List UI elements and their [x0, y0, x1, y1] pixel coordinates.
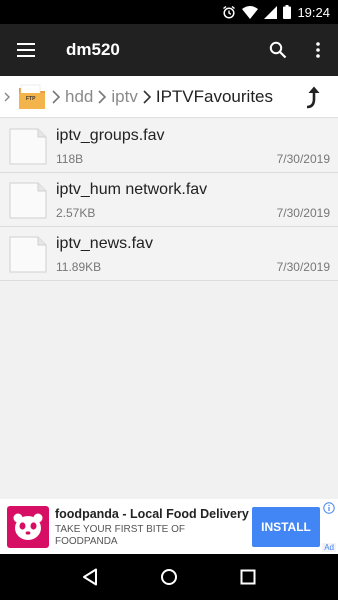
- battery-icon: [283, 5, 292, 19]
- file-name: iptv_hum network.fav: [56, 180, 208, 198]
- signal-icon: [264, 5, 278, 19]
- file-size: 2.57KB: [56, 205, 96, 220]
- navigation-bar: [0, 554, 338, 600]
- breadcrumb-item-iptv[interactable]: iptv: [111, 87, 137, 107]
- file-name: iptv_news.fav: [56, 234, 153, 252]
- navigate-up-button[interactable]: [298, 82, 328, 112]
- file-date: 7/30/2019: [276, 259, 330, 274]
- svg-text:FTP: FTP: [26, 96, 36, 102]
- home-icon: [160, 569, 177, 585]
- install-button[interactable]: INSTALL: [252, 506, 320, 547]
- ad-banner[interactable]: foodpanda - Local Food Delivery TAKE YOU…: [0, 499, 338, 554]
- recents-button[interactable]: [225, 554, 271, 600]
- ftp-folder-icon[interactable]: FTP: [17, 82, 47, 112]
- chevron-right-icon: [1, 92, 13, 102]
- status-time: 19:24: [297, 4, 330, 20]
- ad-title[interactable]: foodpanda - Local Food Delivery: [55, 507, 252, 521]
- file-date: 7/30/2019: [276, 205, 330, 220]
- app-bar: dm520: [0, 24, 338, 76]
- wifi-icon: [242, 5, 259, 19]
- more-options-button[interactable]: [298, 24, 338, 76]
- alarm-icon: [222, 5, 236, 19]
- file-row[interactable]: iptv_hum network.fav 2.57KB 7/30/2019: [0, 173, 338, 227]
- status-bar: 19:24: [0, 0, 338, 24]
- menu-icon: [17, 43, 35, 57]
- breadcrumb-item-hdd[interactable]: hdd: [65, 87, 93, 107]
- file-size: 11.89KB: [56, 259, 102, 274]
- foodpanda-logo[interactable]: [7, 505, 49, 548]
- file-icon: [9, 128, 47, 164]
- info-icon[interactable]: [323, 501, 335, 519]
- ad-badge: Ad: [322, 543, 336, 552]
- chevron-right-icon: [142, 89, 152, 104]
- chevron-right-icon: [97, 89, 107, 104]
- level-up-icon: [306, 86, 320, 109]
- file-row[interactable]: iptv_news.fav 11.89KB 7/30/2019: [0, 227, 338, 281]
- file-icon: [9, 236, 47, 272]
- back-icon: [82, 568, 97, 586]
- more-vert-icon: [316, 42, 320, 58]
- file-size: 118B: [56, 151, 84, 166]
- home-button[interactable]: [146, 554, 192, 600]
- file-list: iptv_groups.fav 118B 7/30/2019 iptv_hum …: [0, 119, 338, 281]
- menu-button[interactable]: [0, 24, 52, 76]
- search-icon: [269, 41, 287, 59]
- chevron-right-icon: [51, 89, 61, 104]
- breadcrumb: FTP hdd iptv IPTVFavourites: [0, 76, 338, 118]
- file-name: iptv_groups.fav: [56, 126, 165, 144]
- back-button[interactable]: [67, 554, 113, 600]
- file-icon: [9, 182, 47, 218]
- app-title: dm520: [66, 40, 120, 59]
- ad-description: TAKE YOUR FIRST BITE OF FOODPANDA: [55, 524, 186, 547]
- breadcrumb-item-current[interactable]: IPTVFavourites: [156, 87, 273, 107]
- file-row[interactable]: iptv_groups.fav 118B 7/30/2019: [0, 119, 338, 173]
- recents-icon: [240, 569, 256, 585]
- file-date: 7/30/2019: [276, 151, 330, 166]
- search-button[interactable]: [258, 24, 298, 76]
